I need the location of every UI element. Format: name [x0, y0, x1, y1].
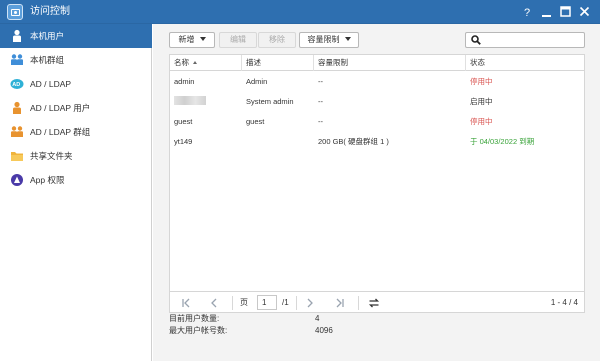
- pager-divider: [296, 296, 297, 310]
- current-users-value: 4: [315, 314, 320, 323]
- column-header-status[interactable]: 状态: [466, 55, 584, 71]
- access-control-app-icon: [7, 4, 23, 20]
- close-icon[interactable]: [578, 5, 591, 18]
- search-input[interactable]: [484, 34, 582, 46]
- table-row[interactable]: yt149 200 GB( 硬盘群组 1 ) 于 04/03/2022 到期: [170, 132, 584, 152]
- cell-name: [170, 92, 206, 112]
- column-header-name[interactable]: 名称: [170, 55, 242, 71]
- sidebar-item-label: 共享文件夹: [30, 151, 73, 161]
- table-header: 名称 描述 容量限制 状态: [170, 55, 584, 71]
- column-header-label: 描述: [246, 58, 261, 67]
- cell-status: 停用中: [470, 117, 493, 126]
- max-accounts-value: 4096: [315, 326, 333, 335]
- refresh-icon[interactable]: [368, 297, 380, 309]
- window-titlebar: 访问控制 ?: [0, 0, 600, 24]
- cell-name: guest: [174, 117, 193, 126]
- total-pages: /1: [282, 298, 289, 307]
- next-page-icon[interactable]: [304, 297, 316, 309]
- users-table: 名称 描述 容量限制 状态 admin Admin -- 停用中 System …: [169, 54, 585, 313]
- sidebar-item-label: App 权限: [30, 175, 65, 185]
- first-page-icon[interactable]: [180, 297, 192, 309]
- svg-text:?: ?: [524, 7, 530, 18]
- minimize-icon[interactable]: [540, 5, 553, 18]
- chevron-down-icon: [344, 37, 351, 41]
- sidebar-item-label: AD / LDAP: [30, 79, 72, 89]
- cell-description: Admin: [246, 77, 268, 86]
- sidebar-item-local-users[interactable]: 本机用户: [0, 24, 152, 48]
- sidebar-item-ad-ldap-groups[interactable]: AD / LDAP 群组: [0, 120, 152, 144]
- remove-button-label: 移除: [269, 35, 285, 44]
- cell-quota: 200 GB( 硬盘群组 1 ): [318, 137, 389, 146]
- help-icon[interactable]: ?: [521, 5, 534, 18]
- remove-button[interactable]: 移除: [258, 32, 296, 48]
- sort-ascending-icon: [193, 61, 197, 64]
- cell-description: [242, 132, 246, 152]
- cell-description: guest: [246, 117, 265, 126]
- pager-divider: [232, 296, 233, 310]
- maximize-icon[interactable]: [559, 5, 572, 18]
- ad-user-icon: [10, 101, 24, 115]
- new-button[interactable]: 新增: [169, 32, 215, 48]
- cell-quota: --: [318, 77, 323, 86]
- cell-quota: --: [318, 117, 323, 126]
- new-button-label: 新增: [178, 35, 195, 44]
- column-header-label: 容量限制: [318, 58, 348, 67]
- table-row[interactable]: admin Admin -- 停用中: [170, 72, 584, 92]
- sidebar-item-label: AD / LDAP 用户: [30, 103, 91, 113]
- sidebar: 本机用户 本机群组 AD AD / LDAP AD / LDAP 用户 AD /…: [0, 24, 152, 361]
- page-range: 1 - 4 / 4: [550, 298, 578, 307]
- last-page-icon[interactable]: [334, 297, 346, 309]
- cell-name: admin: [174, 77, 195, 86]
- sidebar-item-label: AD / LDAP 群组: [30, 127, 91, 137]
- user-icon: [10, 29, 24, 43]
- sidebar-item-label: 本机用户: [30, 31, 65, 41]
- chevron-down-icon: [199, 37, 206, 41]
- sidebar-item-shared-folders[interactable]: 共享文件夹: [0, 144, 152, 168]
- table-row[interactable]: System admin -- 启用中: [170, 92, 584, 112]
- obscured-username: [174, 96, 206, 105]
- ad-group-icon: [10, 125, 24, 139]
- folder-icon: [10, 149, 24, 163]
- ad-ldap-icon: AD: [10, 77, 24, 91]
- page-label: 页: [240, 298, 248, 307]
- pagination-bar: 页 1 /1 1 - 4 / 4: [169, 291, 585, 313]
- cell-quota: --: [318, 97, 323, 106]
- current-users-label: 目前用户数量:: [169, 314, 220, 323]
- main-panel: 新增 编辑 移除 容量限制 名称 描述 容量限制 状态 admin Admin …: [153, 24, 600, 361]
- column-header-quota[interactable]: 容量限制: [314, 55, 466, 71]
- cell-status: 启用中: [470, 97, 493, 106]
- sidebar-item-app-permissions[interactable]: App 权限: [0, 168, 152, 192]
- sidebar-item-ad-ldap[interactable]: AD AD / LDAP: [0, 72, 152, 96]
- sidebar-item-label: 本机群组: [30, 55, 65, 65]
- column-header-description[interactable]: 描述: [242, 55, 314, 71]
- group-icon: [10, 53, 24, 67]
- edit-button-label: 编辑: [230, 35, 246, 44]
- quota-button-label: 容量限制: [307, 35, 340, 44]
- sidebar-item-local-groups[interactable]: 本机群组: [0, 48, 152, 72]
- max-accounts-label: 最大用户帐号数:: [169, 326, 228, 335]
- cell-status: 于 04/03/2022 到期: [470, 137, 535, 146]
- pager-divider: [358, 296, 359, 310]
- sidebar-item-ad-ldap-users[interactable]: AD / LDAP 用户: [0, 96, 152, 120]
- cell-description: System admin: [246, 97, 294, 106]
- column-header-label: 名称: [174, 58, 189, 67]
- cell-name: yt149: [174, 137, 193, 146]
- app-permission-icon: [10, 173, 24, 187]
- column-header-label: 状态: [470, 58, 485, 67]
- search-icon: [471, 35, 481, 45]
- edit-button[interactable]: 编辑: [219, 32, 257, 48]
- page-number-input[interactable]: 1: [257, 295, 277, 310]
- table-row[interactable]: guest guest -- 停用中: [170, 112, 584, 132]
- cell-status: 停用中: [470, 77, 493, 86]
- window-title: 访问控制: [30, 6, 70, 17]
- svg-text:AD: AD: [12, 82, 20, 88]
- search-box: [465, 32, 585, 48]
- previous-page-icon[interactable]: [208, 297, 220, 309]
- quota-button[interactable]: 容量限制: [299, 32, 359, 48]
